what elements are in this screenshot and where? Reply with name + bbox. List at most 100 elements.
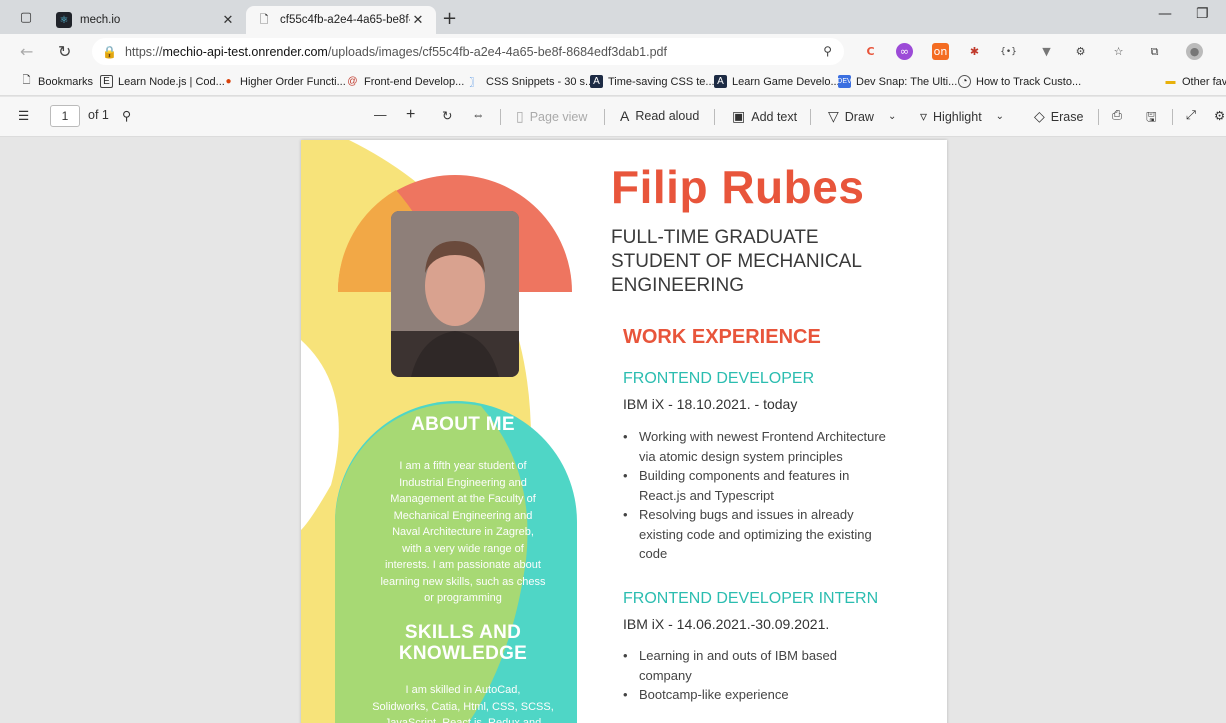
close-tab-icon[interactable]: ✕	[220, 12, 236, 28]
about-me-text: I am a fifth year student of Industrial …	[380, 460, 546, 604]
read-aloud-icon: A	[620, 108, 630, 124]
zoom-icon[interactable]: ⚲	[823, 44, 832, 58]
page-total: of 1	[88, 108, 109, 122]
refresh-icon[interactable]: ↻	[58, 42, 71, 61]
toolbar-divider	[1098, 109, 1099, 125]
restore-icon[interactable]: ❐	[1196, 6, 1209, 22]
bookmark-icon: ◔	[958, 75, 971, 88]
lock-icon[interactable]: 🔒	[102, 45, 117, 59]
bookmark-icon: E	[100, 75, 113, 88]
new-tab-icon[interactable]: +	[442, 8, 457, 29]
skills-heading: SKILLS AND KNOWLEDGE	[398, 622, 528, 664]
skills-text: I am skilled in AutoCad, Solidworks, Cat…	[372, 684, 554, 723]
extension-purple-icon[interactable]: ∞	[896, 43, 913, 60]
tab-mechio[interactable]: ⚛ mech.io ✕	[46, 6, 246, 34]
job-title: FRONTEND DEVELOPER INTERN	[623, 590, 879, 607]
page-icon: 🗋	[22, 75, 31, 86]
rotate-icon[interactable]: ↻	[442, 108, 452, 123]
toolbar-divider	[604, 109, 605, 125]
job-company: IBM iX - 18.10.2021. - today	[623, 396, 798, 412]
toolbar-divider	[714, 109, 715, 125]
resume-name: Filip Rubes	[611, 161, 865, 213]
find-icon[interactable]: ⚲	[122, 108, 131, 123]
url-path: /uploads/images/cf55c4fb-a2e4-4a65-be8f-…	[327, 44, 667, 59]
chevron-down-icon[interactable]: ⌄	[888, 111, 896, 122]
bookmark-icon: 〗	[469, 78, 480, 89]
table-of-contents-icon[interactable]: ☰	[18, 108, 29, 123]
fullscreen-icon[interactable]: ⤢	[1186, 108, 1196, 123]
bookmarks-bar: 🗋 Bookmarks E Learn Node.js | Cod... ● High…	[0, 68, 1226, 96]
draw-button[interactable]: ▽ Draw ⌄	[828, 108, 896, 125]
pdf-toolbar: ☰ 1 of 1 ⚲ — + ↻ ⇔ ▯ Page view A Read alou…	[0, 97, 1226, 137]
window-menu-icon[interactable]: ▢	[18, 9, 34, 25]
list-item: Bootcamp-like experience	[623, 685, 913, 705]
bookmark-item[interactable]: ◔ How to Track Custo...	[958, 75, 1081, 88]
bookmark-item[interactable]: @ Front-end Develop...	[346, 75, 464, 88]
portrait-image	[391, 211, 519, 377]
bookmark-icon: DEV	[837, 75, 852, 88]
text-box-icon: ▣	[732, 108, 746, 124]
save-icon[interactable]: 🖫	[1146, 108, 1157, 129]
work-experience-heading: WORK EXPERIENCE	[623, 326, 821, 348]
tab-strip: ▢ ⚛ mech.io ✕ 🗋 cf55c4fb-a2e4-4a65-be8f-…	[0, 0, 1226, 34]
tab-pdf[interactable]: 🗋 cf55c4fb-a2e4-4a65-be8f-8684e ✕	[246, 6, 436, 34]
list-item: Resolving bugs and issues in alreadyexis…	[623, 505, 913, 564]
fit-to-width-icon[interactable]: ⇔	[472, 108, 485, 122]
extension-bug-icon[interactable]: ✱	[966, 43, 983, 60]
bookmark-item[interactable]: E Learn Node.js | Cod...	[100, 75, 225, 88]
extension-vue-icon[interactable]: ▼	[1038, 43, 1055, 60]
profile-avatar-icon[interactable]: ●	[1186, 43, 1203, 60]
close-tab-icon[interactable]: ✕	[410, 12, 426, 28]
toolbar-divider	[500, 109, 501, 125]
list-item: Working with newest Frontend Architectur…	[623, 427, 913, 466]
favorites-icon[interactable]: ☆	[1110, 43, 1127, 60]
extension-c-icon[interactable]: C	[862, 43, 879, 60]
add-text-button[interactable]: ▣ Add text	[732, 108, 797, 125]
navigation-bar: ← ↻ 🔒 https://mechio-api-test.onrender.c…	[0, 34, 1226, 68]
document-favicon-icon: 🗋	[259, 13, 269, 26]
toolbar-divider	[1172, 109, 1173, 125]
bookmark-folder[interactable]: 🗋 Bookmarks	[20, 75, 93, 88]
url-host: mechio-api-test.onrender.com	[162, 44, 328, 59]
print-icon[interactable]: ⎙	[1112, 108, 1122, 123]
bookmark-item[interactable]: 〗 CSS Snippets - 30 s...	[468, 75, 595, 90]
bookmark-icon: A	[590, 75, 603, 88]
page-view-button[interactable]: ▯ Page view	[516, 108, 587, 125]
zoom-out-icon[interactable]: —	[374, 108, 387, 122]
list-item: Building components and features inReact…	[623, 466, 913, 505]
folder-icon: ▬	[1165, 76, 1176, 87]
job-bullets: Working with newest Frontend Architectur…	[623, 427, 913, 564]
erase-button[interactable]: ◇ Erase	[1034, 108, 1083, 125]
zoom-in-icon[interactable]: +	[406, 106, 415, 124]
tab-title: cf55c4fb-a2e4-4a65-be8f-8684e	[280, 14, 410, 26]
extension-on-icon[interactable]: on	[932, 43, 949, 60]
pdf-page: ABOUT ME I am a fifth year student of In…	[301, 140, 947, 723]
bookmark-icon: @	[347, 76, 358, 87]
bookmark-item[interactable]: A Time-saving CSS te...	[590, 75, 715, 88]
back-icon[interactable]: ←	[20, 42, 33, 61]
react-favicon-icon: ⚛	[56, 12, 72, 28]
bookmark-item[interactable]: ● Higher Order Functi...	[222, 75, 345, 88]
bookmark-icon: ●	[225, 76, 232, 87]
read-aloud-button[interactable]: A Read aloud	[620, 108, 699, 124]
bookmark-item[interactable]: A Learn Game Develo...	[714, 75, 840, 88]
bookmark-item[interactable]: DEV Dev Snap: The Ulti...	[837, 75, 957, 88]
address-bar[interactable]: 🔒 https://mechio-api-test.onrender.com/u…	[92, 38, 844, 65]
job-company: IBM iX - 14.06.2021.-30.09.2021.	[623, 616, 830, 632]
job-bullets: Learning in and outs of IBM basedcompany…	[623, 646, 913, 705]
tab-title: mech.io	[80, 14, 121, 26]
resume-subtitle: FULL-TIME GRADUATE STUDENT OF MECHANICAL…	[611, 227, 862, 296]
highlight-icon: ▿	[920, 108, 928, 124]
page-number-input[interactable]: 1	[50, 105, 80, 127]
extensions-puzzle-icon[interactable]: ⚙	[1072, 43, 1089, 60]
highlight-button[interactable]: ▿ Highlight ⌄	[920, 108, 1004, 125]
toolbar-divider	[810, 109, 811, 125]
url-scheme: https://	[124, 44, 163, 59]
chevron-down-icon[interactable]: ⌄	[996, 111, 1004, 122]
collections-icon[interactable]: ⧉	[1146, 43, 1163, 60]
settings-icon[interactable]: ⚙	[1214, 108, 1225, 123]
minimize-icon[interactable]: —	[1158, 6, 1172, 22]
other-favorites-folder[interactable]: ▬ Other fav	[1164, 75, 1226, 88]
job-title: FRONTEND DEVELOPER	[623, 370, 815, 387]
extension-json-icon[interactable]: {•}	[1000, 43, 1017, 60]
